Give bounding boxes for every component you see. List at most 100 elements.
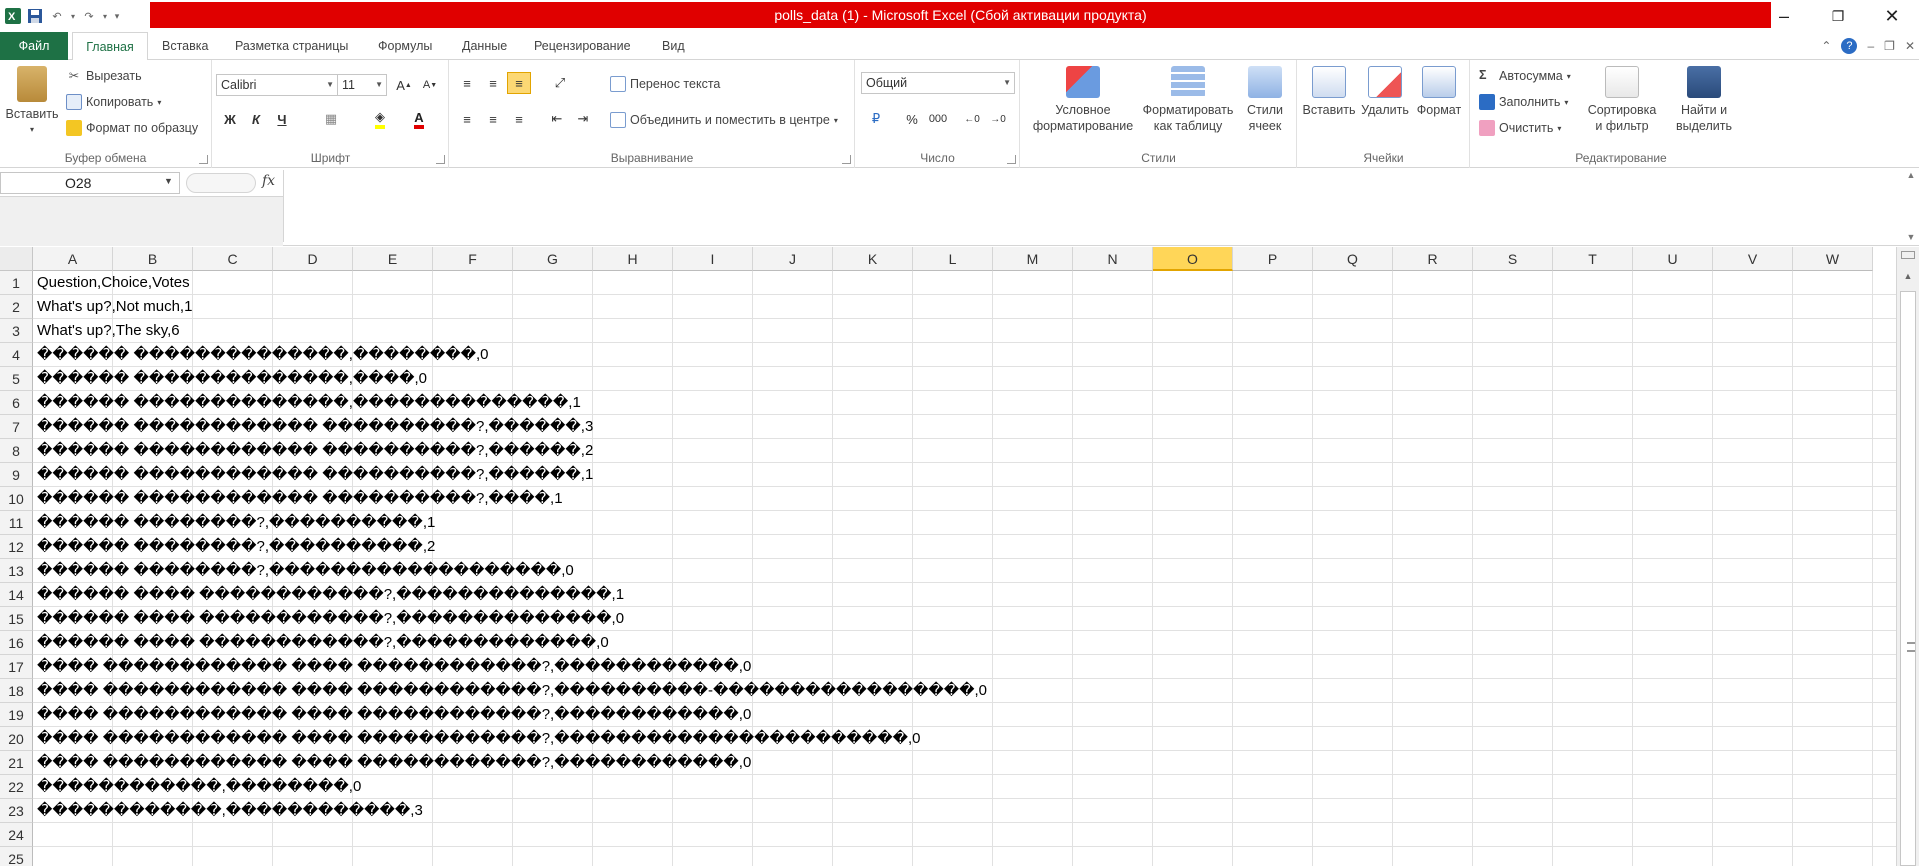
cell-a12[interactable]: ������ ��������?,����������,2: [37, 535, 435, 559]
save-icon[interactable]: [24, 5, 46, 27]
redo-icon[interactable]: ↷: [78, 5, 100, 27]
column-header-u[interactable]: U: [1633, 247, 1713, 271]
decrease-decimal-icon[interactable]: →0: [986, 108, 1010, 130]
row-header[interactable]: 2: [0, 295, 33, 319]
copy-button[interactable]: Копировать ▾: [66, 94, 161, 110]
row-header[interactable]: 18: [0, 679, 33, 703]
collapse-ribbon-icon[interactable]: ⌃: [1821, 39, 1831, 53]
column-header-f[interactable]: F: [433, 247, 513, 271]
clipboard-launcher-icon[interactable]: [199, 155, 208, 164]
orientation-icon[interactable]: ⤢: [548, 72, 572, 94]
cell-a19[interactable]: ���� ������������ ���� ������������?,���…: [37, 703, 751, 727]
increase-font-icon[interactable]: A ▲: [392, 74, 416, 96]
chevron-up-icon[interactable]: ▲: [1907, 170, 1916, 180]
column-header-l[interactable]: L: [913, 247, 993, 271]
workbook-restore-icon[interactable]: ❐: [1884, 39, 1895, 53]
fill-color-icon[interactable]: ◈: [368, 108, 392, 130]
row-header[interactable]: 9: [0, 463, 33, 487]
workbook-minimize-icon[interactable]: –: [1867, 39, 1874, 53]
column-header-m[interactable]: M: [993, 247, 1073, 271]
clear-button[interactable]: Очистить ▾: [1479, 120, 1561, 136]
font-name-select[interactable]: Calibri ▼: [216, 74, 338, 96]
align-center-icon[interactable]: ≡: [481, 108, 505, 130]
cell-a1[interactable]: Question,Choice,Votes: [37, 271, 190, 295]
column-header-j[interactable]: J: [753, 247, 833, 271]
close-icon[interactable]: ✕: [1865, 0, 1919, 32]
chevron-down-icon[interactable]: ▼: [1907, 232, 1916, 242]
row-header[interactable]: 12: [0, 535, 33, 559]
cell-a2[interactable]: What's up?,Not much,1: [37, 295, 192, 319]
thousands-button[interactable]: 000: [926, 108, 950, 130]
row-header[interactable]: 4: [0, 343, 33, 367]
align-left-icon[interactable]: ≡: [455, 108, 479, 130]
row-header[interactable]: 15: [0, 607, 33, 631]
cell-a13[interactable]: ������ ��������?,�������������������,0: [37, 559, 574, 583]
cell-a9[interactable]: ������ ������������ ����������?,������,1: [37, 463, 593, 487]
column-header-p[interactable]: P: [1233, 247, 1313, 271]
currency-icon[interactable]: ₽: [864, 108, 888, 130]
undo-dropdown-icon[interactable]: ▾: [68, 5, 78, 27]
row-header[interactable]: 10: [0, 487, 33, 511]
scroll-up-icon[interactable]: ▲: [1897, 271, 1919, 289]
spreadsheet-grid[interactable]: ABCDEFGHIJKLMNOPQRSTUVW 1 Question,Choice…: [0, 247, 1896, 866]
row-header[interactable]: 6: [0, 391, 33, 415]
font-color-icon[interactable]: A: [407, 108, 431, 130]
decrease-indent-icon[interactable]: ⇤: [545, 108, 569, 130]
row-header[interactable]: 25: [0, 847, 33, 866]
borders-icon[interactable]: ▦: [319, 108, 343, 130]
row-header[interactable]: 7: [0, 415, 33, 439]
cell-a20[interactable]: ���� ������������ ���� ������������?,���…: [37, 727, 920, 751]
column-header-h[interactable]: H: [593, 247, 673, 271]
column-header-n[interactable]: N: [1073, 247, 1153, 271]
number-format-select[interactable]: Общий ▼: [861, 72, 1015, 94]
row-header[interactable]: 11: [0, 511, 33, 535]
conditional-formatting-button[interactable]: Условное форматирование: [1027, 66, 1139, 134]
name-box-dropdown-icon[interactable]: ▼: [164, 176, 173, 186]
cell-a15[interactable]: ������ ���� ������������?,��������������…: [37, 607, 624, 631]
help-icon[interactable]: ?: [1841, 38, 1858, 54]
column-header-a[interactable]: A: [33, 247, 113, 271]
format-as-table-button[interactable]: Форматировать как таблицу: [1143, 66, 1233, 134]
column-header-k[interactable]: K: [833, 247, 913, 271]
tab-review[interactable]: Рецензирование: [534, 32, 631, 60]
wrap-text-button[interactable]: Перенос текста: [610, 76, 720, 92]
restore-icon[interactable]: ❐: [1811, 0, 1865, 32]
font-size-select[interactable]: 11 ▼: [337, 74, 387, 96]
align-middle-icon[interactable]: ≡: [481, 72, 505, 94]
row-header[interactable]: 13: [0, 559, 33, 583]
column-header-i[interactable]: I: [673, 247, 753, 271]
row-header[interactable]: 3: [0, 319, 33, 343]
column-header-t[interactable]: T: [1553, 247, 1633, 271]
underline-button[interactable]: Ч: [270, 108, 294, 130]
row-header[interactable]: 5: [0, 367, 33, 391]
cell-a17[interactable]: ���� ������������ ���� ������������?,���…: [37, 655, 751, 679]
scroll-thumb[interactable]: [1900, 291, 1916, 866]
insert-function-icon[interactable]: fx: [262, 173, 275, 189]
cell-a7[interactable]: ������ ������������ ����������?,������,3: [37, 415, 593, 439]
column-header-v[interactable]: V: [1713, 247, 1793, 271]
redo-dropdown-icon[interactable]: ▾: [100, 5, 110, 27]
column-header-d[interactable]: D: [273, 247, 353, 271]
row-header[interactable]: 20: [0, 727, 33, 751]
row-header[interactable]: 14: [0, 583, 33, 607]
number-launcher-icon[interactable]: [1007, 155, 1016, 164]
row-header[interactable]: 17: [0, 655, 33, 679]
column-header-w[interactable]: W: [1793, 247, 1873, 271]
format-cells-button[interactable]: Формат: [1412, 66, 1466, 118]
tab-file[interactable]: Файл: [0, 32, 68, 60]
row-header[interactable]: 19: [0, 703, 33, 727]
row-header[interactable]: 1: [0, 271, 33, 295]
cell-a14[interactable]: ������ ���� ������������?,��������������…: [37, 583, 624, 607]
cell-a3[interactable]: What's up?,The sky,6: [37, 319, 180, 343]
cell-a10[interactable]: ������ ������������ ����������?,����,1: [37, 487, 563, 511]
delete-cells-button[interactable]: Удалить: [1358, 66, 1412, 118]
bold-button[interactable]: Ж: [218, 108, 242, 130]
italic-button[interactable]: К: [244, 108, 268, 130]
formula-bar-scroll[interactable]: ▲ ▼: [1903, 170, 1919, 242]
split-box[interactable]: [1901, 251, 1915, 259]
cut-button[interactable]: ✂ Вырезать: [66, 68, 142, 84]
find-select-button[interactable]: Найти и выделить: [1667, 66, 1741, 134]
alignment-launcher-icon[interactable]: [842, 155, 851, 164]
row-header[interactable]: 24: [0, 823, 33, 847]
fill-button[interactable]: Заполнить ▾: [1479, 94, 1568, 110]
